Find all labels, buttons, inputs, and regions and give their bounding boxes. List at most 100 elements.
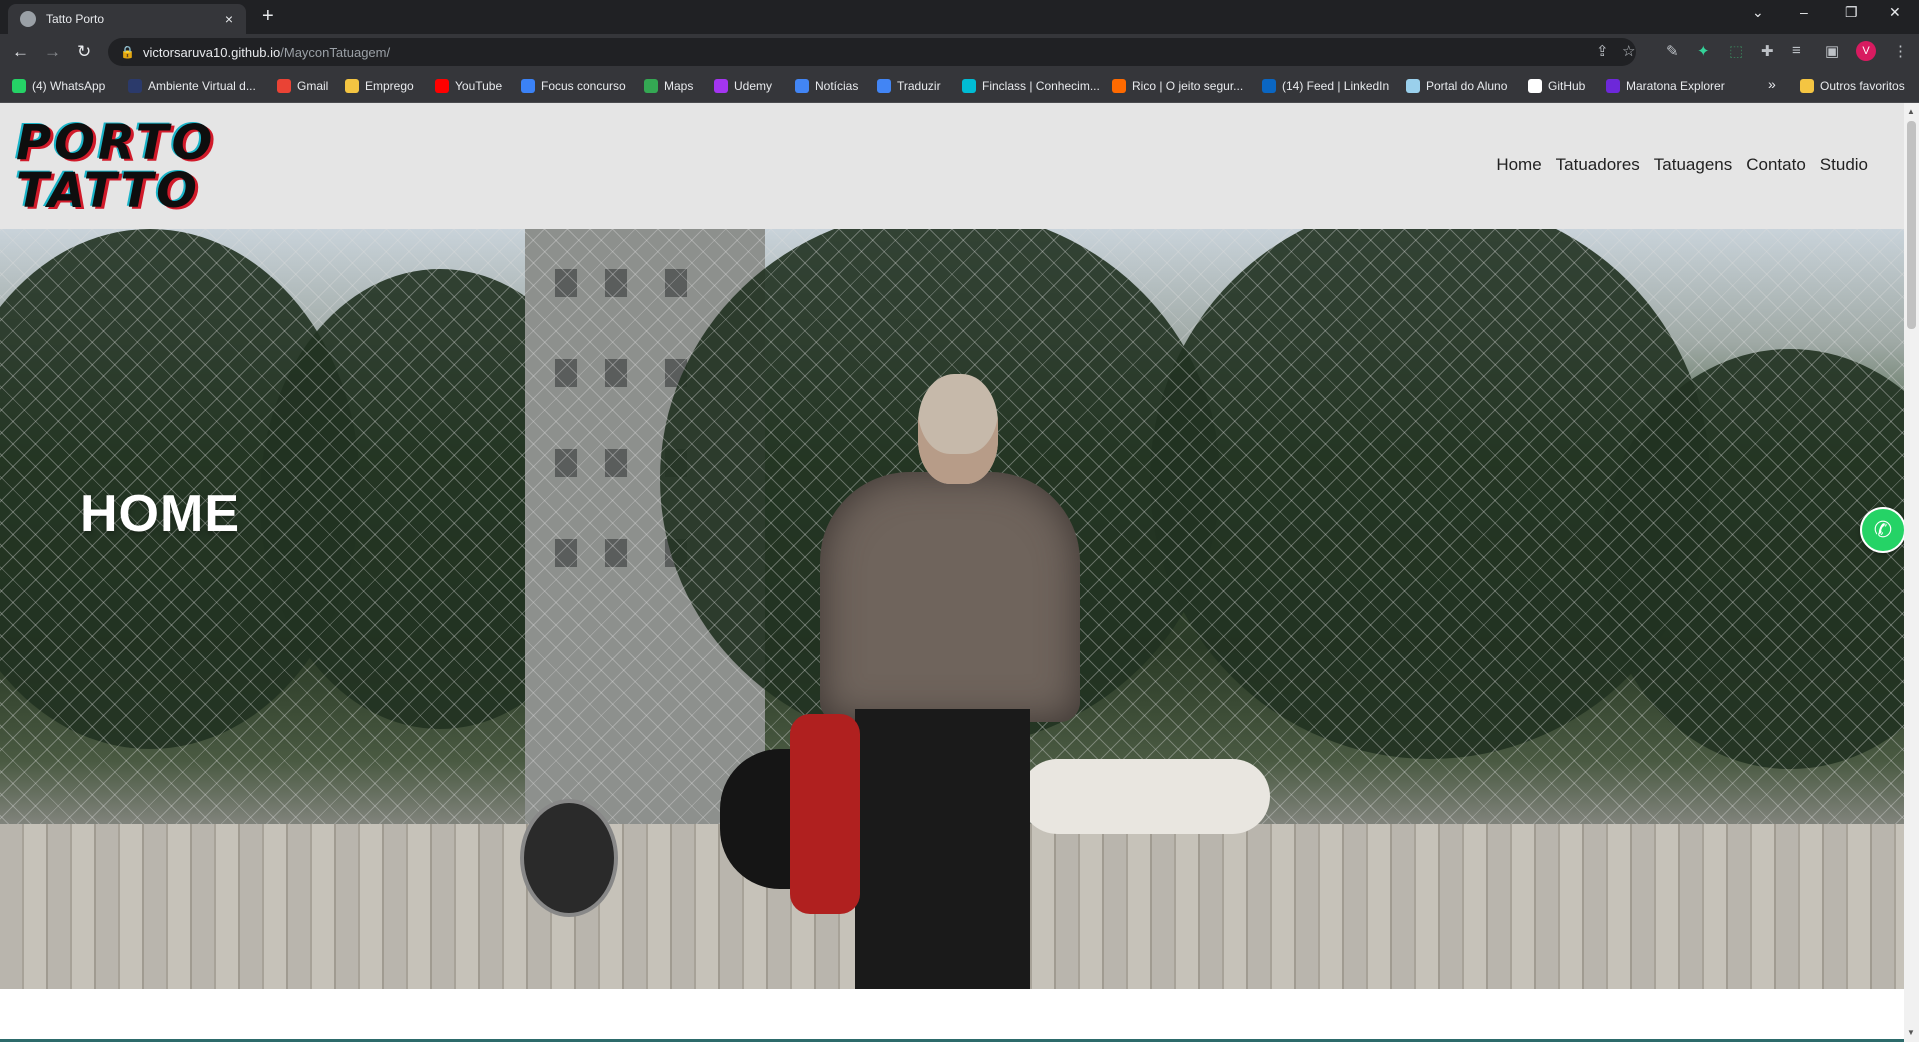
folder-icon <box>1800 79 1814 93</box>
bookmark-item[interactable]: (14) Feed | LinkedIn <box>1262 70 1389 102</box>
url-host: victorsaruva10.github.io <box>142 44 281 60</box>
bookmark-item[interactable]: YouTube <box>435 70 502 102</box>
bookmark-item[interactable]: (4) WhatsApp <box>12 70 105 102</box>
bookmark-item[interactable]: Finclass | Conhecim... <box>962 70 1100 102</box>
tab-search-icon[interactable]: ⌄ <box>1752 4 1764 21</box>
nav-contato[interactable]: Contato <box>1746 155 1806 175</box>
bookmark-favicon-icon <box>1262 79 1276 93</box>
bookmark-item[interactable]: Rico | O jeito segur... <box>1112 70 1243 102</box>
site-logo[interactable]: PORTO TATTO <box>16 119 215 215</box>
bookmark-favicon-icon <box>128 79 142 93</box>
bookmark-favicon-icon <box>714 79 728 93</box>
bookmark-star-icon[interactable]: ☆ <box>1622 42 1635 60</box>
scrollbar-thumb[interactable] <box>1907 121 1916 329</box>
bookmark-favicon-icon <box>277 79 291 93</box>
bookmark-favicon-icon <box>795 79 809 93</box>
bookmark-favicon-icon <box>345 79 359 93</box>
tab-favicon-icon <box>20 11 36 27</box>
bookmark-item[interactable]: Udemy <box>714 70 772 102</box>
browser-toolbar: ← → ↻ 🔒 victorsaruva10.github.io /Maycon… <box>0 34 1919 70</box>
logo-line-2: TATTO <box>16 163 200 219</box>
bookmark-favicon-icon <box>644 79 658 93</box>
hero-section: HOME <box>0 229 1904 989</box>
extension-green-icon[interactable]: ✦ <box>1697 42 1710 60</box>
tab-strip: Tatto Porto × + ⌄ – ❐ ✕ <box>0 0 1919 34</box>
tab-close-icon[interactable]: × <box>220 11 238 27</box>
bookmarks-bar: (4) WhatsApp Ambiente Virtual d... Gmail Em… <box>0 70 1919 103</box>
bookmark-label: (14) Feed | LinkedIn <box>1282 79 1390 93</box>
reading-list-icon[interactable]: ≡ <box>1792 42 1801 59</box>
extension-pen-icon[interactable]: ✎ <box>1666 42 1679 60</box>
site-header: PORTO TATTO Home Tatuadores Tatuagens Co… <box>0 103 1904 229</box>
share-icon[interactable]: ⇪ <box>1596 42 1609 60</box>
bookmark-item[interactable]: Focus concurso <box>521 70 626 102</box>
address-bar[interactable]: 🔒 victorsaruva10.github.io /MayconTatuag… <box>108 38 1636 66</box>
bookmark-favicon-icon <box>435 79 449 93</box>
browser-tab[interactable]: Tatto Porto × <box>8 4 246 34</box>
bookmark-label: Focus concurso <box>541 79 626 93</box>
bookmark-label: Emprego <box>365 79 414 93</box>
bookmark-item[interactable]: Emprego <box>345 70 414 102</box>
nav-tatuagens[interactable]: Tatuagens <box>1654 155 1732 175</box>
bookmark-item[interactable]: Notícias <box>795 70 858 102</box>
bookmark-label: Ambiente Virtual d... <box>148 79 256 93</box>
back-icon[interactable]: ← <box>12 42 29 62</box>
bookmark-favicon-icon <box>521 79 535 93</box>
extension-frame-icon[interactable]: ⬚ <box>1729 42 1743 60</box>
minimize-icon[interactable]: – <box>1800 4 1808 20</box>
bookmark-favicon-icon <box>1606 79 1620 93</box>
bookmark-label: Traduzir <box>897 79 941 93</box>
nav-studio[interactable]: Studio <box>1820 155 1868 175</box>
bookmark-item[interactable]: Traduzir <box>877 70 941 102</box>
bookmark-favicon-icon <box>1406 79 1420 93</box>
bookmark-label: Rico | O jeito segur... <box>1132 79 1244 93</box>
bookmark-label: YouTube <box>455 79 503 93</box>
nav-home[interactable]: Home <box>1496 155 1541 175</box>
new-tab-button[interactable]: + <box>262 5 274 28</box>
tab-title: Tatto Porto <box>46 12 105 26</box>
bookmark-item[interactable]: Ambiente Virtual d... <box>128 70 256 102</box>
scroll-up-icon[interactable]: ▲ <box>1907 107 1915 116</box>
restore-icon[interactable]: ❐ <box>1845 4 1858 21</box>
more-bookmarks-icon[interactable]: » <box>1768 76 1776 92</box>
bookmark-label: GitHub <box>1548 79 1586 93</box>
page-scrollbar[interactable]: ▲ ▼ <box>1904 103 1919 1042</box>
bookmark-favicon-icon <box>12 79 26 93</box>
bookmark-label: Gmail <box>297 79 329 93</box>
side-panel-icon[interactable]: ▣ <box>1825 42 1839 60</box>
bookmark-favicon-icon <box>1112 79 1126 93</box>
profile-avatar[interactable]: V <box>1856 41 1876 61</box>
bookmark-label: Maps <box>664 79 694 93</box>
close-window-icon[interactable]: ✕ <box>1889 4 1901 21</box>
whatsapp-icon: ✆ <box>1873 517 1893 542</box>
main-nav: Home Tatuadores Tatuagens Contato Studio <box>1496 155 1868 175</box>
url-path: /MayconTatuagem/ <box>280 44 391 60</box>
bookmark-label: Udemy <box>734 79 773 93</box>
menu-kebab-icon[interactable]: ⋮ <box>1893 42 1908 60</box>
other-bookmarks-label: Outros favoritos <box>1820 79 1905 93</box>
nav-tatuadores[interactable]: Tatuadores <box>1556 155 1640 175</box>
extensions-puzzle-icon[interactable]: ✚ <box>1761 42 1774 60</box>
bookmark-item[interactable]: Maratona Explorer <box>1606 70 1725 102</box>
bookmark-favicon-icon <box>877 79 891 93</box>
lock-icon: 🔒 <box>120 45 135 59</box>
reload-icon[interactable]: ↻ <box>77 42 91 62</box>
bookmark-label: (4) WhatsApp <box>32 79 106 93</box>
whatsapp-float-button[interactable]: ✆ <box>1860 507 1906 553</box>
hero-title: HOME <box>80 485 240 543</box>
scroll-down-icon[interactable]: ▼ <box>1907 1028 1915 1037</box>
bookmark-label: Maratona Explorer <box>1626 79 1725 93</box>
page-viewport: PORTO TATTO Home Tatuadores Tatuagens Co… <box>0 103 1904 1042</box>
bookmark-label: Notícias <box>815 79 859 93</box>
bookmark-favicon-icon <box>1528 79 1542 93</box>
bookmark-label: Portal do Aluno <box>1426 79 1508 93</box>
logo-line-1: PORTO <box>16 115 216 171</box>
forward-icon[interactable]: → <box>44 42 61 62</box>
bookmark-item[interactable]: GitHub <box>1528 70 1585 102</box>
bookmark-item[interactable]: Maps <box>644 70 693 102</box>
bookmark-item[interactable]: Portal do Aluno <box>1406 70 1507 102</box>
other-bookmarks[interactable]: Outros favoritos <box>1800 70 1905 102</box>
bookmark-label: Finclass | Conhecim... <box>982 79 1100 93</box>
bookmark-item[interactable]: Gmail <box>277 70 328 102</box>
hero-image-person <box>790 374 1100 989</box>
